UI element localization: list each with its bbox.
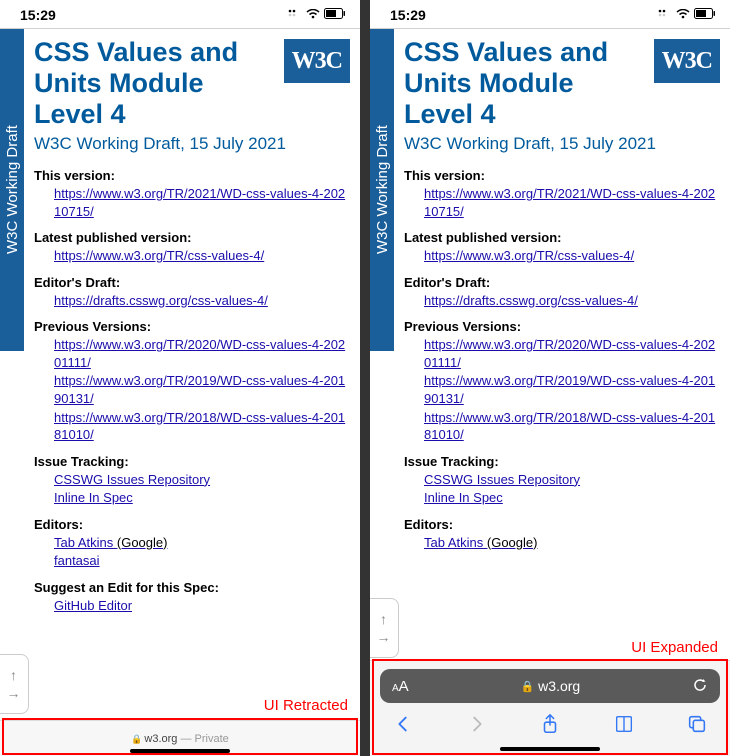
latest-label: Latest published version: (34, 230, 350, 245)
arrow-right-icon: → (377, 630, 391, 644)
issue-tracking-link-1[interactable]: Inline In Spec (54, 489, 350, 507)
latest-label: Latest published version: (404, 230, 720, 245)
bookmarks-button[interactable] (613, 713, 635, 741)
metadata-list: This version: https://www.w3.org/TR/2021… (34, 168, 350, 614)
forward-button[interactable] (466, 713, 488, 741)
editors-draft-label: Editor's Draft: (34, 275, 350, 290)
tabs-button[interactable] (686, 713, 708, 741)
issue-tracking-link-0[interactable]: CSSWG Issues Repository (54, 471, 350, 489)
page-subtitle: W3C Working Draft, 15 July 2021 (404, 134, 720, 154)
scroll-hint-widget[interactable]: ↑ → (0, 654, 29, 714)
issue-tracking-link-1[interactable]: Inline In Spec (424, 489, 720, 507)
previous-label: Previous Versions: (404, 319, 720, 334)
arrow-up-icon: ↑ (380, 612, 387, 626)
wifi-icon (676, 9, 690, 22)
editor-1[interactable]: fantasai (54, 552, 350, 570)
editor-0-name[interactable]: Tab Atkins (424, 535, 483, 550)
domain-text: w3.org (538, 678, 580, 694)
phone-left-retracted: 15:29 W3C Working Draft CSS Values and U… (0, 0, 360, 756)
previous-link-2[interactable]: https://www.w3.org/TR/2018/WD-css-values… (424, 409, 720, 444)
domain-text: w3.org (144, 733, 177, 745)
status-bar: 15:29 (0, 0, 360, 28)
content-area: W3C Working Draft CSS Values and Units M… (370, 29, 730, 660)
editor-0-aff: (Google) (117, 535, 168, 550)
signal-icon (288, 9, 302, 22)
issue-tracking-label: Issue Tracking: (34, 454, 350, 469)
w3c-logo: W3C (654, 39, 720, 83)
latest-link[interactable]: https://www.w3.org/TR/css-values-4/ (54, 247, 350, 265)
battery-icon (694, 8, 716, 22)
page-subtitle: W3C Working Draft, 15 July 2021 (34, 134, 350, 154)
this-version-label: This version: (404, 168, 720, 183)
private-label: — Private (181, 733, 229, 745)
editors-label: Editors: (404, 517, 720, 532)
previous-link-0[interactable]: https://www.w3.org/TR/2020/WD-css-values… (424, 336, 720, 371)
home-indicator[interactable] (130, 749, 230, 753)
status-right (288, 8, 346, 22)
editor-0-name[interactable]: Tab Atkins (54, 535, 113, 550)
back-button[interactable] (392, 713, 414, 741)
editor-0-aff: (Google) (487, 535, 538, 550)
arrow-right-icon: → (7, 686, 21, 700)
suggest-edit-link[interactable]: GitHub Editor (54, 597, 350, 615)
wifi-icon (306, 9, 320, 22)
latest-link[interactable]: https://www.w3.org/TR/css-values-4/ (424, 247, 720, 265)
w3c-logo: W3C (284, 39, 350, 83)
battery-icon (324, 8, 346, 22)
browser-bar-expanded: AA 🔒 w3.org (370, 660, 730, 756)
working-draft-label: W3C Working Draft (370, 29, 394, 351)
url-display[interactable]: 🔒w3.org — Private (131, 733, 229, 745)
spec-page[interactable]: CSS Values and Units Module Level 4 W3C … (394, 29, 730, 660)
editors-label: Editors: (34, 517, 350, 532)
editor-0[interactable]: Tab Atkins (Google) (424, 534, 720, 552)
this-version-link[interactable]: https://www.w3.org/TR/2021/WD-css-values… (54, 185, 350, 220)
phone-right-expanded: 15:29 W3C Working Draft CSS Values and U… (370, 0, 730, 756)
text-size-button[interactable]: AA (392, 678, 409, 695)
previous-label: Previous Versions: (34, 319, 350, 334)
browser-toolbar (380, 703, 720, 745)
status-time: 15:29 (390, 7, 426, 23)
status-right (658, 8, 716, 22)
comparison-container: 15:29 W3C Working Draft CSS Values and U… (0, 0, 730, 756)
editors-draft-link[interactable]: https://drafts.csswg.org/css-values-4/ (424, 292, 720, 310)
previous-link-1[interactable]: https://www.w3.org/TR/2019/WD-css-values… (424, 372, 720, 407)
url-display[interactable]: 🔒 w3.org (520, 678, 580, 694)
suggest-edit-label: Suggest an Edit for this Spec: (34, 580, 350, 595)
page-title: CSS Values and Units Module Level 4 (404, 37, 648, 130)
working-draft-label: W3C Working Draft (0, 29, 24, 351)
home-indicator[interactable] (500, 747, 600, 751)
spec-page[interactable]: CSS Values and Units Module Level 4 W3C … (24, 29, 360, 720)
this-version-label: This version: (34, 168, 350, 183)
url-bar[interactable]: AA 🔒 w3.org (380, 669, 720, 703)
editors-draft-link[interactable]: https://drafts.csswg.org/css-values-4/ (54, 292, 350, 310)
editors-draft-label: Editor's Draft: (404, 275, 720, 290)
content-area: W3C Working Draft CSS Values and Units M… (0, 29, 360, 720)
page-title: CSS Values and Units Module Level 4 (34, 37, 278, 130)
scroll-hint-widget[interactable]: ↑ → (370, 598, 399, 658)
signal-icon (658, 9, 672, 22)
browser-bar-retracted[interactable]: 🔒w3.org — Private (0, 720, 360, 756)
arrow-up-icon: ↑ (10, 668, 17, 682)
previous-link-1[interactable]: https://www.w3.org/TR/2019/WD-css-values… (54, 372, 350, 407)
issue-tracking-link-0[interactable]: CSSWG Issues Repository (424, 471, 720, 489)
status-bar: 15:29 (370, 0, 730, 28)
previous-link-0[interactable]: https://www.w3.org/TR/2020/WD-css-values… (54, 336, 350, 371)
issue-tracking-label: Issue Tracking: (404, 454, 720, 469)
metadata-list: This version: https://www.w3.org/TR/2021… (404, 168, 720, 551)
share-button[interactable] (539, 713, 561, 741)
editor-0[interactable]: Tab Atkins (Google) (54, 534, 350, 552)
this-version-link[interactable]: https://www.w3.org/TR/2021/WD-css-values… (424, 185, 720, 220)
refresh-button[interactable] (692, 677, 708, 696)
previous-link-2[interactable]: https://www.w3.org/TR/2018/WD-css-values… (54, 409, 350, 444)
lock-icon: 🔒 (131, 734, 142, 744)
lock-icon: 🔒 (520, 680, 534, 693)
status-time: 15:29 (20, 7, 56, 23)
